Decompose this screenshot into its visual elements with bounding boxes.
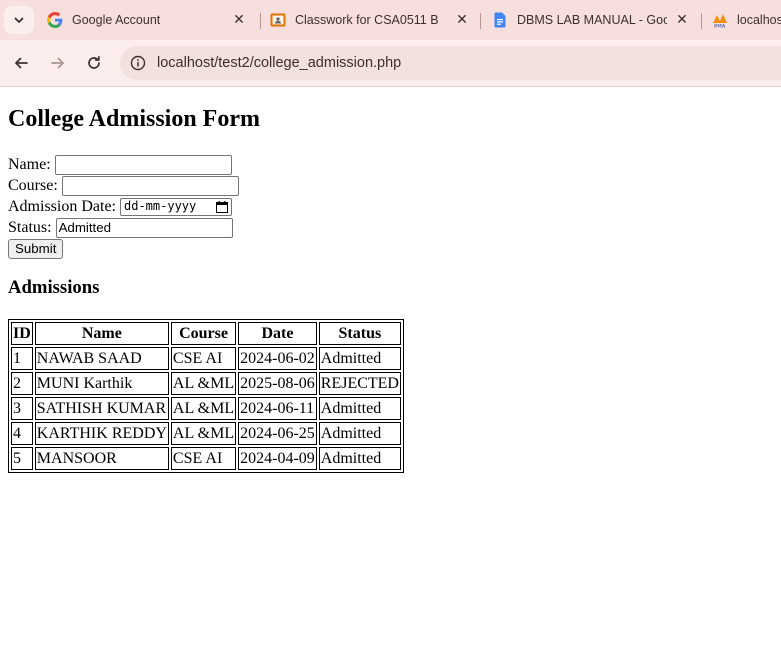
google-g-icon — [47, 12, 63, 28]
cell-name: SATHISH KUMAR — [34, 397, 169, 420]
tab-search-button[interactable] — [4, 6, 34, 34]
tab-separator — [701, 13, 702, 29]
cell-name: NAWAB SAAD — [34, 347, 169, 370]
column-header-name: Name — [34, 322, 169, 345]
cell-id: 5 — [11, 447, 33, 470]
cell-status: Admitted — [318, 347, 401, 370]
tab-dbms-lab-manual[interactable]: DBMS LAB MANUAL - Goog ✕ — [492, 0, 698, 40]
close-tab-button[interactable]: ✕ — [454, 12, 470, 28]
course-row: Course: — [8, 175, 768, 196]
admission-date-input[interactable]: dd-mm-yyyy — [120, 197, 232, 216]
submit-button[interactable]: Submit — [8, 238, 64, 259]
page-title: College Admission Form — [8, 106, 260, 132]
close-icon: ✕ — [456, 12, 468, 28]
column-header-course: Course — [170, 322, 237, 345]
cell-course: AL &ML — [170, 422, 237, 445]
close-tab-button[interactable]: ✕ — [231, 12, 247, 28]
tab-title: DBMS LAB MANUAL - Goog — [517, 13, 667, 27]
course-label: Course: — [8, 177, 62, 194]
name-label: Name: — [8, 156, 55, 173]
close-tab-button[interactable]: ✕ — [674, 12, 690, 28]
back-arrow-icon — [15, 57, 28, 69]
cell-date: 2024-06-02 — [238, 347, 317, 370]
info-icon[interactable] — [130, 55, 146, 71]
forward-button[interactable] — [44, 49, 72, 77]
cell-status: Admitted — [318, 422, 401, 445]
date-row: Admission Date: dd-mm-yyyy — [8, 196, 768, 217]
table-row: 2 MUNI Karthik AL &ML 2025-08-06 REJECTE… — [11, 372, 401, 395]
tab-title: Google Account — [72, 13, 161, 27]
cell-date: 2024-06-25 — [238, 422, 317, 445]
cell-id: 3 — [11, 397, 33, 420]
tab-title: Classwork for CSA0511 B — [295, 13, 439, 27]
google-classroom-icon — [270, 12, 286, 28]
tab-strip: Google Account ✕ Classwork for CSA0511 B… — [0, 0, 781, 40]
tab-localhost[interactable]: PMA localhost — [712, 0, 781, 40]
address-bar[interactable]: localhost/test2/college_admission.php — [120, 46, 781, 80]
cell-course: AL &ML — [170, 372, 237, 395]
table-row: 1 NAWAB SAAD CSE AI 2024-06-02 Admitted — [11, 347, 401, 370]
cell-date: 2024-06-11 — [238, 397, 317, 420]
tab-classwork[interactable]: Classwork for CSA0511 B ✕ — [270, 0, 476, 40]
cell-date: 2025-08-06 — [238, 372, 317, 395]
chevron-down-icon — [14, 17, 24, 23]
cell-status: REJECTED — [318, 372, 401, 395]
name-row: Name: — [8, 154, 768, 175]
cell-id: 1 — [11, 347, 33, 370]
svg-text:PMA: PMA — [714, 24, 726, 29]
column-header-id: ID — [11, 322, 33, 345]
close-icon: ✕ — [233, 12, 245, 28]
browser-toolbar: localhost/test2/college_admission.php — [0, 40, 781, 87]
page-content: College Admission Form Name: Course: Adm… — [8, 87, 768, 473]
status-label: Status: — [8, 219, 56, 236]
close-icon: ✕ — [676, 12, 688, 28]
submit-row: Submit — [8, 238, 768, 259]
cell-name: MANSOOR — [34, 447, 169, 470]
cell-course: AL &ML — [170, 397, 237, 420]
admission-form: Name: Course: Admission Date: dd-mm-yyyy — [8, 154, 768, 259]
cell-date: 2024-04-09 — [238, 447, 317, 470]
back-button[interactable] — [7, 49, 35, 77]
table-row: 4 KARTHIK REDDY AL &ML 2024-06-25 Admitt… — [11, 422, 401, 445]
column-header-status: Status — [318, 322, 401, 345]
admission-date-label: Admission Date: — [8, 198, 120, 215]
column-header-date: Date — [238, 322, 317, 345]
google-docs-icon — [492, 12, 508, 28]
cell-name: KARTHIK REDDY — [34, 422, 169, 445]
tab-separator — [480, 13, 481, 29]
table-row: 5 MANSOOR CSE AI 2024-04-09 Admitted — [11, 447, 401, 470]
name-input[interactable] — [54, 154, 232, 175]
address-url: localhost/test2/college_admission.php — [157, 55, 402, 71]
status-row: Status: — [8, 217, 768, 238]
phpmyadmin-icon: PMA — [712, 12, 728, 28]
admissions-table: ID Name Course Date Status 1 NAWAB SAAD … — [8, 319, 404, 473]
forward-arrow-icon — [51, 57, 64, 69]
cell-status: Admitted — [318, 447, 401, 470]
cell-id: 4 — [11, 422, 33, 445]
table-header-row: ID Name Course Date Status — [11, 322, 401, 345]
tab-title: localhost — [737, 13, 781, 27]
admissions-heading: Admissions — [8, 277, 100, 298]
status-input[interactable] — [55, 217, 233, 238]
course-input[interactable] — [61, 175, 239, 196]
calendar-icon[interactable] — [216, 200, 228, 213]
cell-id: 2 — [11, 372, 33, 395]
reload-button[interactable] — [80, 49, 108, 77]
date-placeholder: dd-mm-yyyy — [124, 199, 197, 213]
table-row: 3 SATHISH KUMAR AL &ML 2024-06-11 Admitt… — [11, 397, 401, 420]
tab-separator — [260, 13, 261, 29]
cell-name: MUNI Karthik — [34, 372, 169, 395]
cell-course: CSE AI — [170, 447, 237, 470]
tab-google-account[interactable]: Google Account ✕ — [47, 0, 257, 40]
cell-course: CSE AI — [170, 347, 237, 370]
cell-status: Admitted — [318, 397, 401, 420]
reload-icon — [88, 55, 100, 69]
